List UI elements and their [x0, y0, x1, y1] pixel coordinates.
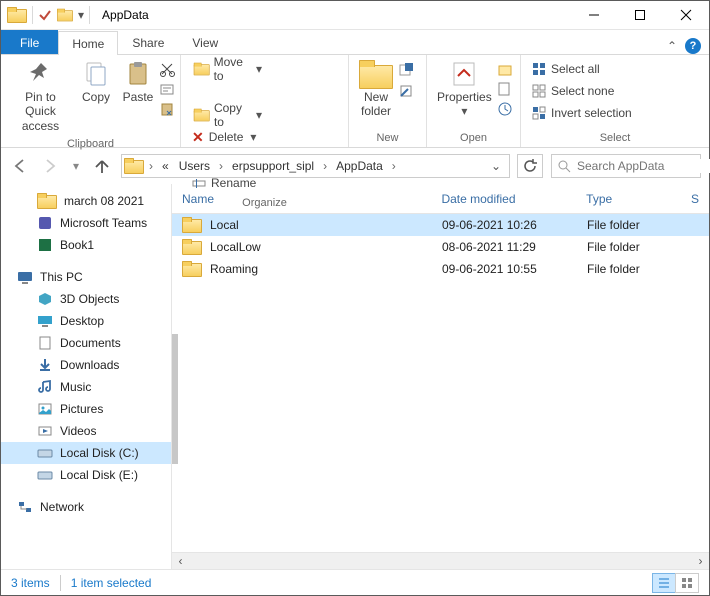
- copy-to-button[interactable]: Copy to▾: [186, 104, 268, 126]
- maximize-button[interactable]: [617, 1, 663, 29]
- delete-button[interactable]: ✕Delete▾: [186, 126, 268, 148]
- col-size[interactable]: S: [681, 184, 709, 213]
- list-item[interactable]: Local 09-06-2021 10:26 File folder: [172, 214, 709, 236]
- sidebar-item-march[interactable]: march 08 2021: [1, 190, 171, 212]
- sidebar-item-network[interactable]: Network: [1, 496, 171, 518]
- chevron-up-icon[interactable]: ⌃: [667, 39, 677, 53]
- breadcrumb-overflow[interactable]: «: [158, 159, 173, 173]
- folder-icon: [7, 7, 27, 23]
- list-item[interactable]: LocalLow 08-06-2021 11:29 File folder: [172, 236, 709, 258]
- sidebar-item-local-c[interactable]: Local Disk (C:): [1, 442, 171, 464]
- close-button[interactable]: [663, 1, 709, 29]
- sidebar-item-downloads[interactable]: Downloads: [1, 354, 171, 376]
- minimize-button[interactable]: [571, 1, 617, 29]
- back-button[interactable]: [9, 155, 31, 177]
- cut-icon[interactable]: [159, 61, 175, 77]
- sidebar-item-music[interactable]: Music: [1, 376, 171, 398]
- quick-access-toolbar: ▾: [1, 6, 98, 24]
- breadcrumb-appdata[interactable]: AppData: [332, 159, 387, 173]
- view-details-button[interactable]: [652, 573, 676, 593]
- pin-to-quick-access-button[interactable]: Pin to Quick access: [6, 58, 75, 135]
- sidebar-item-teams[interactable]: Microsoft Teams: [1, 212, 171, 234]
- group-open: Properties▾ Open: [427, 55, 521, 147]
- paste-shortcut-icon[interactable]: [159, 101, 175, 117]
- sidebar-item-book1[interactable]: Book1: [1, 234, 171, 256]
- history-icon[interactable]: [497, 101, 513, 117]
- scroll-right-button[interactable]: ›: [692, 553, 709, 570]
- open-icon[interactable]: [497, 61, 513, 77]
- folder-icon-small[interactable]: [55, 7, 75, 23]
- tab-home[interactable]: Home: [58, 31, 118, 55]
- help-icon[interactable]: ?: [685, 38, 701, 54]
- sidebar-item-local-e[interactable]: Local Disk (E:): [1, 464, 171, 486]
- tab-file[interactable]: File: [1, 30, 58, 54]
- up-button[interactable]: [91, 155, 113, 177]
- title-bar: ▾ AppData: [1, 1, 709, 30]
- sidebar-item-documents[interactable]: Documents: [1, 332, 171, 354]
- list-item[interactable]: Roaming 09-06-2021 10:55 File folder: [172, 258, 709, 280]
- breadcrumb-user[interactable]: erpsupport_sipl: [228, 159, 318, 173]
- properties-button[interactable]: Properties▾: [432, 58, 497, 121]
- view-large-button[interactable]: [675, 573, 699, 593]
- navigation-row: ▾ › « Users› erpsupport_sipl› AppData› ⌄: [1, 148, 709, 184]
- horizontal-scrollbar[interactable]: ‹ ›: [172, 552, 709, 569]
- tab-share[interactable]: Share: [118, 30, 178, 54]
- move-to-button[interactable]: Move to▾: [186, 58, 268, 80]
- status-selected: 1 item selected: [71, 576, 152, 590]
- sidebar-item-videos[interactable]: Videos: [1, 420, 171, 442]
- main-area: march 08 2021 Microsoft Teams Book1 This…: [1, 184, 709, 569]
- content-pane: Name Date modified Type S Local 09-06-20…: [171, 184, 709, 569]
- tab-view[interactable]: View: [178, 30, 232, 54]
- address-dropdown-icon[interactable]: ⌄: [485, 159, 507, 173]
- new-folder-button[interactable]: New folder: [354, 58, 398, 121]
- sidebar-item-pictures[interactable]: Pictures: [1, 398, 171, 420]
- sidebar-item-desktop[interactable]: Desktop: [1, 310, 171, 332]
- pin-label: Pin to Quick access: [11, 90, 70, 133]
- easy-access-icon[interactable]: [398, 83, 414, 99]
- copy-path-icon[interactable]: [159, 81, 175, 97]
- group-new: New folder New: [349, 55, 427, 147]
- column-headers[interactable]: Name Date modified Type S: [172, 184, 709, 214]
- navigation-pane[interactable]: march 08 2021 Microsoft Teams Book1 This…: [1, 184, 171, 569]
- status-bar: 3 items 1 item selected: [1, 569, 709, 595]
- edit-icon[interactable]: [497, 81, 513, 97]
- sidebar-item-thispc[interactable]: This PC: [1, 266, 171, 288]
- col-date[interactable]: Date modified: [431, 184, 576, 213]
- file-list[interactable]: Local 09-06-2021 10:26 File folder Local…: [172, 214, 709, 552]
- ribbon: Pin to Quick access Copy Paste Clipboard…: [1, 54, 709, 148]
- recent-dropdown[interactable]: ▾: [69, 155, 83, 177]
- breadcrumb-users[interactable]: Users: [175, 159, 214, 173]
- ribbon-tabs: File Home Share View ⌃ ?: [1, 30, 709, 54]
- search-box[interactable]: [551, 154, 701, 178]
- col-name[interactable]: Name: [172, 184, 431, 213]
- check-icon[interactable]: [38, 8, 52, 22]
- sidebar-item-3d[interactable]: 3D Objects: [1, 288, 171, 310]
- invert-selection-button[interactable]: Invert selection: [526, 102, 638, 124]
- dropdown-icon[interactable]: ▾: [78, 8, 84, 22]
- group-organize: Move to▾ Copy to▾ ✕Delete▾ Rename Organi…: [181, 55, 349, 147]
- search-icon: [558, 160, 571, 173]
- scroll-left-button[interactable]: ‹: [172, 553, 189, 570]
- select-none-button[interactable]: Select none: [526, 80, 638, 102]
- refresh-button[interactable]: [517, 154, 543, 178]
- folder-icon: [124, 158, 144, 174]
- search-input[interactable]: [577, 159, 710, 173]
- group-select: Select all Select none Invert selection …: [521, 55, 709, 147]
- forward-button: [39, 155, 61, 177]
- col-type[interactable]: Type: [576, 184, 681, 213]
- group-clipboard: Pin to Quick access Copy Paste Clipboard: [1, 55, 181, 147]
- select-all-button[interactable]: Select all: [526, 58, 638, 80]
- copy-button[interactable]: Copy: [75, 58, 117, 106]
- paste-button[interactable]: Paste: [117, 58, 159, 106]
- window-title: AppData: [98, 8, 571, 22]
- new-item-icon[interactable]: [398, 61, 414, 77]
- address-bar[interactable]: › « Users› erpsupport_sipl› AppData› ⌄: [121, 154, 510, 178]
- status-count: 3 items: [11, 576, 50, 590]
